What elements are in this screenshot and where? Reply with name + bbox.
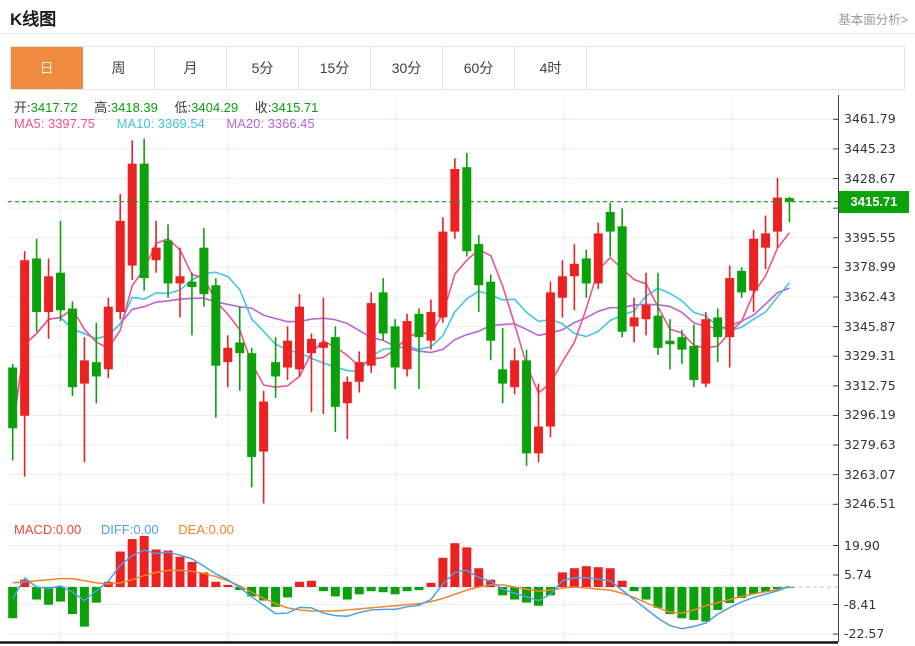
main-axis-tick-label: 3263.07: [844, 467, 896, 482]
diff-label: DIFF:: [101, 522, 134, 537]
main-axis-tick-label: 3461.79: [844, 111, 896, 126]
ma-legend: MA5: 3397.75 MA10: 3369.54 MA20: 3366.45: [14, 116, 333, 131]
ma10-label: MA10:: [117, 116, 155, 131]
low-label: 低:: [175, 100, 192, 115]
macd-value: 0.00: [56, 522, 81, 537]
main-axis-tick-label: 3312.75: [844, 378, 896, 393]
main-axis-tick-label: 3445.23: [844, 141, 896, 156]
main-axis-tick-label: 3345.87: [844, 319, 896, 334]
main-axis-tick-label: 3296.19: [844, 407, 896, 422]
ma20-value: 3366.45: [268, 116, 315, 131]
main-axis-tick-label: 3329.31: [844, 348, 896, 363]
main-axis-tick-label: 3279.63: [844, 437, 896, 452]
main-axis-tick-label: 3246.51: [844, 496, 896, 511]
high-value: 3418.39: [111, 100, 158, 115]
low-value: 3404.29: [191, 100, 238, 115]
ma5-label: MA5:: [14, 116, 44, 131]
diff-value: 0.00: [133, 522, 158, 537]
last-price-tag: 3415.71: [839, 191, 909, 213]
close-label: 收:: [255, 100, 272, 115]
ma10-value: 3369.54: [158, 116, 205, 131]
macd-axis-tick-label: 19.90: [844, 538, 880, 553]
high-label: 高:: [94, 100, 111, 115]
main-axis-tick-label: 3378.99: [844, 259, 896, 274]
ma5-value: 3397.75: [48, 116, 95, 131]
dea-value: 0.00: [209, 522, 234, 537]
open-value: 3417.72: [31, 100, 78, 115]
main-axis-tick-label: 3428.67: [844, 171, 896, 186]
open-label: 开:: [14, 100, 31, 115]
main-axis-tick-label: 3395.55: [844, 230, 896, 245]
main-axis-tick-label: 3362.43: [844, 289, 896, 304]
macd-label: MACD:: [14, 522, 56, 537]
ma20-label: MA20:: [226, 116, 264, 131]
ohlc-legend: 开:3417.72 高:3418.39 低:3404.29 收:3415.71: [14, 97, 331, 116]
macd-legend: MACD:0.00 DIFF:0.00 DEA:0.00: [14, 522, 250, 537]
macd-axis-tick-label: 5.74: [844, 567, 872, 582]
dea-label: DEA:: [178, 522, 208, 537]
macd-axis-tick-label: -22.57: [844, 626, 884, 641]
macd-axis-tick-label: -8.41: [844, 597, 876, 612]
close-value: 3415.71: [271, 100, 318, 115]
